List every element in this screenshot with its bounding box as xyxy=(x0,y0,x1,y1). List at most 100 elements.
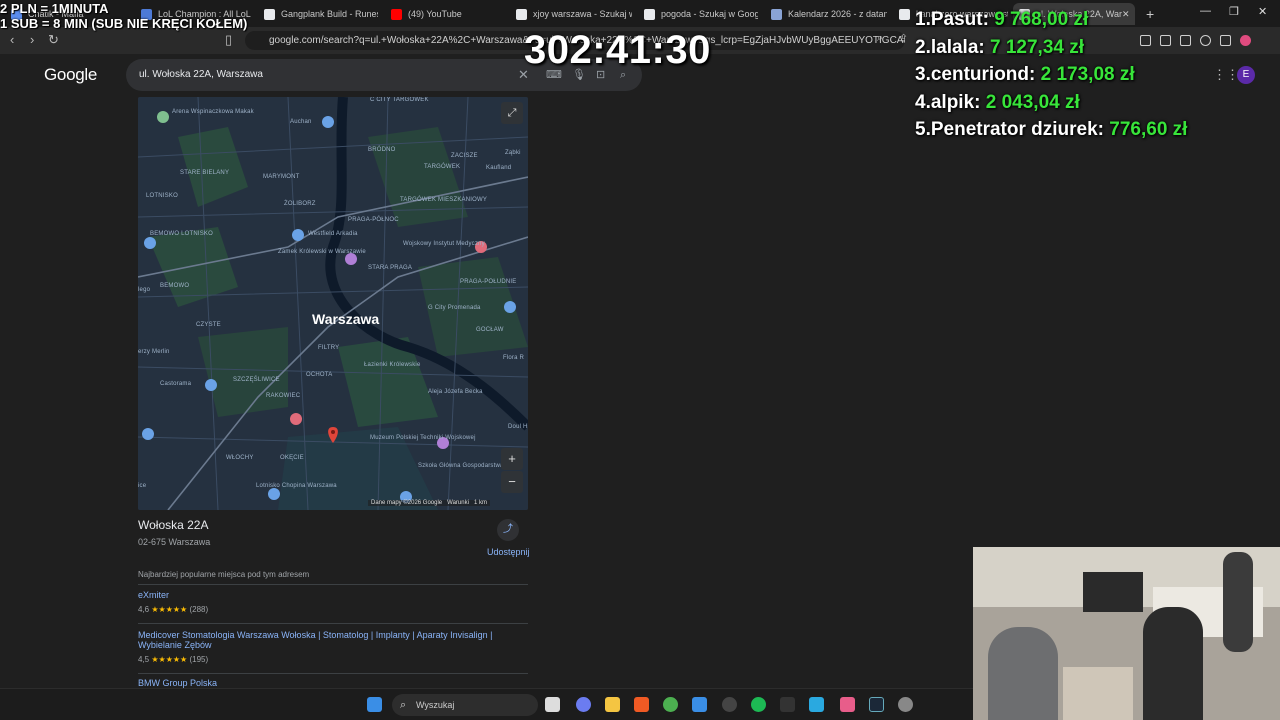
back-icon[interactable]: ‹ xyxy=(10,32,14,47)
tab-favicon-icon xyxy=(516,8,527,20)
map-label: Muzeum Polskiej Techniki Wojskowej xyxy=(370,435,476,441)
account-avatar[interactable]: E xyxy=(1237,66,1255,84)
browser-tab[interactable]: (49) YouTube xyxy=(385,3,503,25)
search-query-text: ul. Wołoska 22A, Warszawa xyxy=(139,69,263,80)
profile-icon[interactable] xyxy=(1240,35,1251,46)
map-label: Lotnisko Chopina Warszawa xyxy=(256,483,337,489)
shield-icon[interactable] xyxy=(1220,35,1231,46)
leaderboard-row: 1.Pasut: 9 768,00 zł xyxy=(915,9,1187,37)
maximize-button[interactable]: ❐ xyxy=(1229,5,1239,18)
app-icon[interactable] xyxy=(780,697,795,712)
close-window-button[interactable]: ✕ xyxy=(1258,5,1267,18)
map-label: PRAGA-PÓŁNOC xyxy=(348,217,399,223)
steam-icon[interactable] xyxy=(869,697,884,712)
map-terms-link[interactable]: Warunki xyxy=(447,500,469,506)
leaderboard-donor: 2.lalala: xyxy=(915,36,990,58)
app-icon[interactable] xyxy=(809,697,824,712)
map-label: G City Promenada xyxy=(428,305,481,311)
browser-tab[interactable]: Gangplank Build - Runes & xyxy=(258,3,378,25)
map-label: Flora R xyxy=(503,355,525,361)
zoom-icon[interactable]: ⌕ xyxy=(877,32,883,45)
map-label: WŁOCHY xyxy=(226,455,254,461)
bookmark-icon[interactable]: ▯ xyxy=(225,32,232,48)
taskbar-search-placeholder: Wyszukaj xyxy=(416,700,455,710)
map-label: ice xyxy=(138,483,147,489)
divider xyxy=(138,673,528,674)
map-label: CZYSTE xyxy=(196,322,221,328)
map-label: BEMOWO LOTNISKO xyxy=(150,231,214,237)
rating-stars-icon: ★★★★★ xyxy=(151,655,188,664)
map-label: lego xyxy=(138,287,151,293)
popular-places-header: Najbardziej popularne miejsca pod tym ad… xyxy=(138,570,310,579)
copilot-icon[interactable] xyxy=(576,697,591,712)
map-label: Zamek Królewski w Warszawie xyxy=(278,249,366,255)
donation-info: 2 PLN = 1MINUTA 1 SUB = 8 MIN (SUB NIE K… xyxy=(0,1,247,31)
spotify-icon[interactable] xyxy=(751,697,766,712)
share-button[interactable]: Udostępnij xyxy=(487,547,530,557)
webcam-feed xyxy=(973,547,1280,720)
browser-icon[interactable] xyxy=(840,697,855,712)
map-attribution-text: Dane mapy ©2026 Google xyxy=(371,500,443,506)
map-label: OCHOTA xyxy=(306,372,333,378)
reload-icon[interactable]: ↻ xyxy=(48,32,59,48)
map-label: ŻOLIBORZ xyxy=(284,201,316,207)
share-page-icon[interactable]: ⇪ xyxy=(899,32,908,45)
leaderboard-amount: 2 043,04 zł xyxy=(985,91,1080,113)
map-label: Westfield Arkadia xyxy=(308,231,358,237)
zoom-in-button[interactable]: + xyxy=(501,448,523,470)
share-icon[interactable]: ⤴ xyxy=(497,519,519,541)
map-attribution: Dane mapy ©2026 Google Warunki 1 km xyxy=(368,500,490,506)
result-link-medicover[interactable]: Medicover Stomatologia Warszawa Wołoska … xyxy=(138,630,518,650)
tab-label: xjoy warszawa - Szukaj w G xyxy=(533,9,632,19)
browser-tab[interactable]: pogoda - Szukaj w Google xyxy=(638,3,758,25)
leaderboard-amount: 776,60 zł xyxy=(1109,119,1188,140)
map-panel[interactable]: C CITY TARGÓWEK Arena Wspinaczkowa Makak A… xyxy=(138,97,528,510)
leaderboard-amount: 2 173,08 zł xyxy=(1040,64,1135,85)
leaderboard-row: 2.lalala: 7 127,34 zł xyxy=(915,37,1187,65)
leaderboard-amount: 7 127,34 zł xyxy=(990,36,1085,58)
sub-rate-line: 1 SUB = 8 MIN (SUB NIE KRĘCI KOŁEM) xyxy=(0,16,248,31)
browser-tab[interactable]: Kalendarz 2026 - z datam xyxy=(765,3,887,25)
tab-label: pogoda - Szukaj w Google xyxy=(661,9,758,19)
zoom-out-button[interactable]: − xyxy=(501,471,523,493)
fullscreen-map-button[interactable]: ⤢ xyxy=(501,102,523,124)
map-label: erzy Merlin xyxy=(138,349,170,355)
map-label: LOTNISKO xyxy=(146,193,178,199)
tab-favicon-icon xyxy=(899,8,910,20)
tab-favicon-icon xyxy=(264,8,275,20)
settings-icon[interactable] xyxy=(898,697,913,712)
map-label: Wojskowy Instytut Medyczny xyxy=(403,241,485,247)
map-label: TARGÓWEK MIESZKANIOWY xyxy=(400,197,488,203)
map-label: FILTRY xyxy=(318,345,340,351)
tab-label: Gangplank Build - Runes & xyxy=(281,9,378,19)
store-icon[interactable] xyxy=(692,697,707,712)
minimize-button[interactable]: — xyxy=(1200,5,1211,17)
extensions-icon[interactable] xyxy=(1200,35,1211,46)
chrome-icon[interactable] xyxy=(663,697,678,712)
map-scale: 1 km xyxy=(473,500,487,506)
map-label: Aleja Józefa Becka xyxy=(428,389,483,395)
google-logo[interactable]: Google xyxy=(44,65,97,85)
map-label: SZCZĘŚLIWICE xyxy=(233,377,280,383)
map-label: BRÓDNO xyxy=(368,147,396,153)
tab-label: (49) YouTube xyxy=(408,9,462,19)
leaderboard-row: 4.alpik: 2 043,04 zł xyxy=(915,92,1187,120)
place-subtitle: 02-675 Warszawa xyxy=(138,537,211,547)
apps-grid-icon[interactable]: ⋮⋮ xyxy=(1213,67,1239,83)
result-link-bmw[interactable]: BMW Group Polska xyxy=(138,678,217,688)
map-label: OKĘCIE xyxy=(280,455,304,461)
map-label: Arena Wspinaczkowa Makak xyxy=(172,109,254,115)
app-icon[interactable] xyxy=(722,697,737,712)
map-label: Ząbki xyxy=(505,150,521,156)
task-view-icon[interactable] xyxy=(545,697,560,712)
leaderboard-donor: 1.Pasut: xyxy=(915,9,995,30)
brave-icon[interactable] xyxy=(634,697,649,712)
browser-tab[interactable]: xjoy warszawa - Szukaj w G xyxy=(510,3,632,25)
map-label: Szkoła Główna Gospodarstwa xyxy=(418,463,504,469)
start-icon[interactable] xyxy=(367,697,382,712)
forward-icon[interactable]: › xyxy=(30,32,34,47)
result-link-exmiter[interactable]: eXmiter xyxy=(138,590,169,600)
file-explorer-icon[interactable] xyxy=(605,697,620,712)
taskbar-search[interactable]: ⌕ Wyszukaj xyxy=(392,694,538,716)
map-label: GOCŁAW xyxy=(476,327,504,333)
